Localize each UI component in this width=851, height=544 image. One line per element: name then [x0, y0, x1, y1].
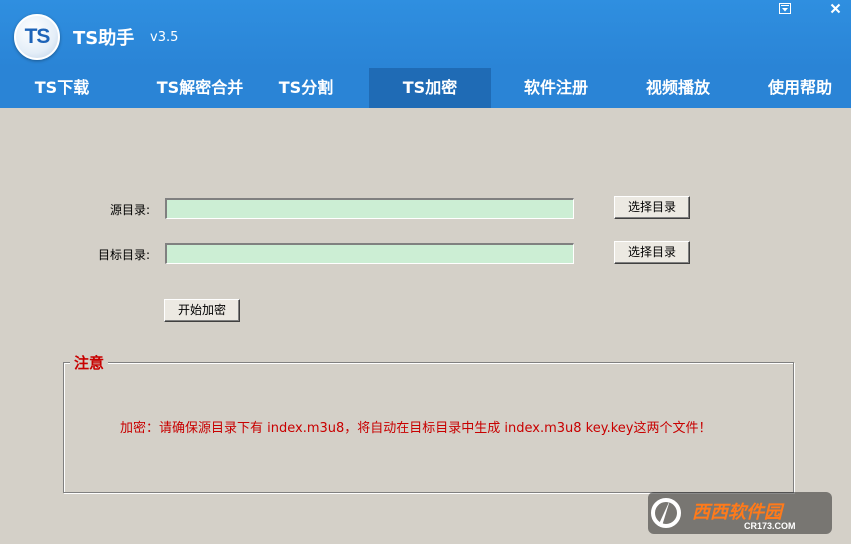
- tab-bar: TS下载 TS解密合并 TS分割 TS加密 软件注册 视频播放 使用帮助: [0, 68, 851, 108]
- start-encrypt-button[interactable]: 开始加密: [164, 299, 240, 322]
- tab-ts-download[interactable]: TS下载: [0, 68, 124, 108]
- source-dir-input[interactable]: [165, 198, 574, 219]
- tab-ts-encrypt[interactable]: TS加密: [369, 68, 491, 108]
- watermark-brand: 西西软件园: [692, 502, 785, 523]
- source-dir-label: 源目录:: [109, 203, 150, 217]
- watermark-logo: 西西软件园 CR173.COM: [648, 492, 832, 534]
- title-bar: TS TS助手 v3.5: [0, 0, 851, 68]
- app-logo: TS: [14, 14, 60, 60]
- watermark-site: CR173.COM: [744, 521, 796, 531]
- tab-video-play[interactable]: 视频播放: [617, 68, 739, 108]
- tab-software-register[interactable]: 软件注册: [495, 68, 617, 108]
- target-dir-label: 目标目录:: [97, 248, 150, 262]
- target-browse-button[interactable]: 选择目录: [614, 241, 690, 264]
- tab-ts-split[interactable]: TS分割: [246, 68, 366, 108]
- app-logo-text: TS: [24, 25, 51, 48]
- notice-title: 注意: [70, 352, 109, 373]
- close-icon[interactable]: [827, 2, 843, 15]
- app-title: TS助手: [73, 28, 135, 49]
- notice-text: 加密：请确保源目录下有 index.m3u8，将自动在目标目录中生成 index…: [120, 421, 712, 436]
- dropdown-menu-icon[interactable]: [777, 2, 793, 15]
- tab-help[interactable]: 使用帮助: [739, 68, 851, 108]
- target-dir-input[interactable]: [165, 243, 574, 264]
- app-version: v3.5: [150, 30, 179, 45]
- source-browse-button[interactable]: 选择目录: [614, 196, 690, 219]
